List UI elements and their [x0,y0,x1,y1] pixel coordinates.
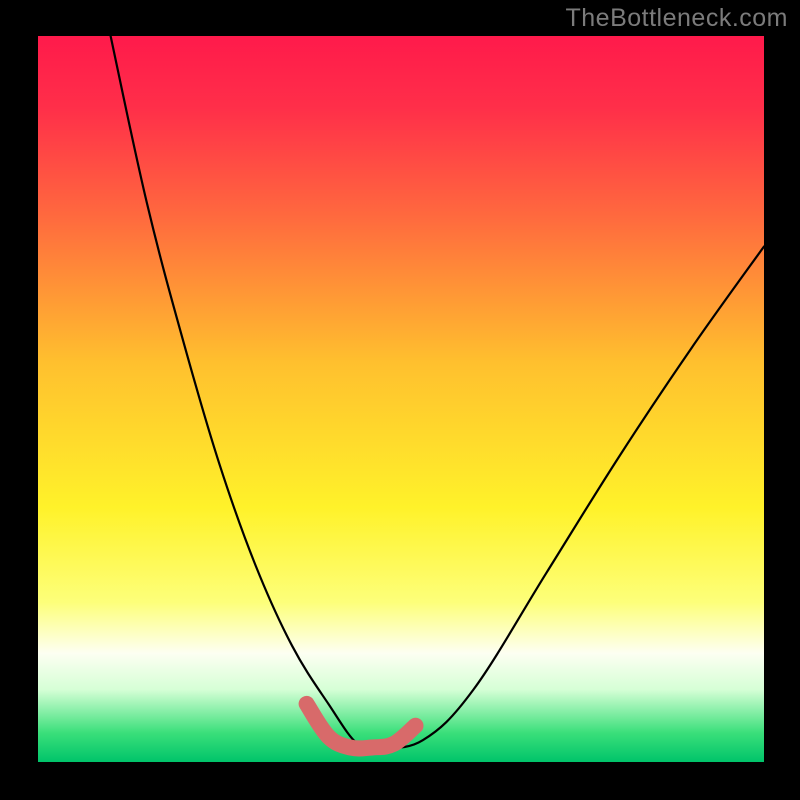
chart-svg [0,0,800,800]
chart-frame: TheBottleneck.com [0,0,800,800]
plot-background [38,36,764,762]
